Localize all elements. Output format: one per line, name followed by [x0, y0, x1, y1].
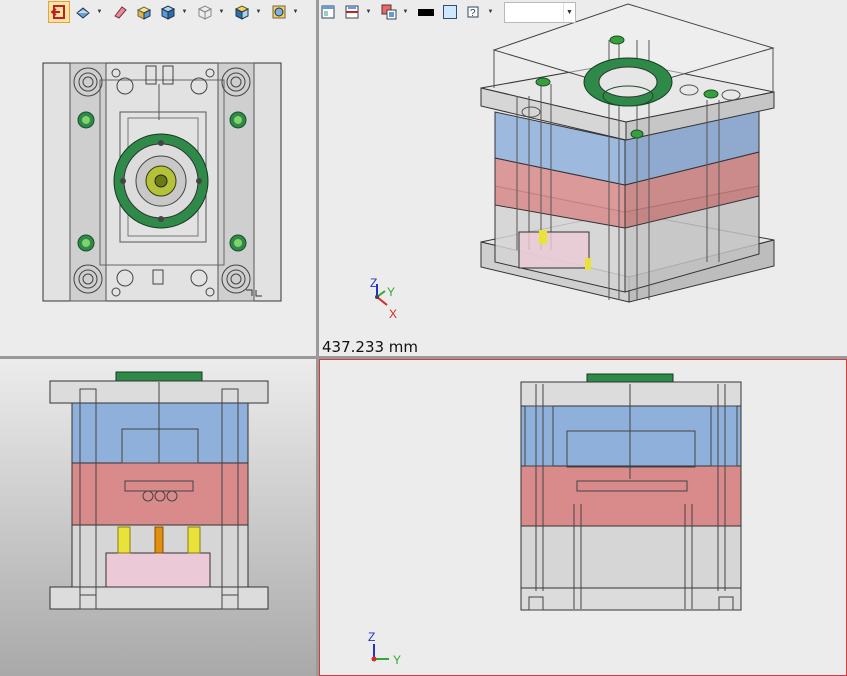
side-axis-y-label: Y — [393, 653, 401, 667]
multi-view-icon[interactable] — [378, 1, 400, 23]
view-toolbar: ▼ ▼ ▼ ▼ ▼ ▼ ▼ ? ▼ ▼ — [48, 0, 588, 24]
top-view-drawing — [42, 62, 282, 302]
iso-axis-x-label: X — [389, 307, 397, 321]
viewport-top[interactable] — [0, 0, 316, 356]
viewport-isometric[interactable]: Z Y X 437.233 mm — [319, 0, 847, 356]
chevron-down-icon[interactable]: ▼ — [402, 1, 409, 23]
measurement-readout: 437.233 mm — [322, 338, 419, 356]
svg-text:?: ? — [470, 8, 476, 19]
iso-axis-y-label: Y — [387, 285, 395, 299]
color-black-swatch[interactable] — [415, 1, 437, 23]
box-icon[interactable] — [157, 1, 179, 23]
iso-axis-z-label: Z — [370, 276, 377, 290]
window-icon[interactable] — [317, 1, 339, 23]
split-view-icon[interactable] — [341, 1, 363, 23]
side-axis-z-label: Z — [368, 630, 375, 644]
wireframe-icon[interactable] — [194, 1, 216, 23]
isometric-drawing: Z Y X — [370, 3, 775, 321]
side-view-drawing: Z Y — [368, 373, 742, 667]
color-light-swatch[interactable] — [439, 1, 461, 23]
chevron-down-icon[interactable]: ▼ — [255, 1, 262, 23]
chevron-down-icon[interactable]: ▼ — [487, 1, 494, 23]
chevron-down-icon[interactable]: ▼ — [218, 1, 225, 23]
view-orient-icon[interactable] — [72, 1, 94, 23]
chevron-down-icon[interactable]: ▼ — [96, 1, 103, 23]
viewport-side[interactable]: Z Y — [319, 359, 847, 676]
exit-icon[interactable] — [48, 1, 70, 23]
chevron-down-icon[interactable]: ▼ — [181, 1, 188, 23]
viewport-front[interactable] — [0, 359, 316, 676]
side-axis-triad — [371, 644, 389, 662]
section-cube-icon[interactable] — [231, 1, 253, 23]
solid-shade-icon[interactable] — [133, 1, 155, 23]
view-select-combo[interactable]: ▼ — [504, 1, 576, 23]
chevron-down-icon[interactable]: ▼ — [365, 1, 372, 23]
front-view-drawing — [49, 371, 269, 610]
eraser-icon[interactable] — [109, 1, 131, 23]
chevron-down-icon[interactable]: ▼ — [292, 1, 299, 23]
help-icon[interactable]: ? — [463, 1, 485, 23]
render-icon[interactable] — [268, 1, 290, 23]
combo-dropdown-icon[interactable]: ▼ — [563, 2, 575, 22]
